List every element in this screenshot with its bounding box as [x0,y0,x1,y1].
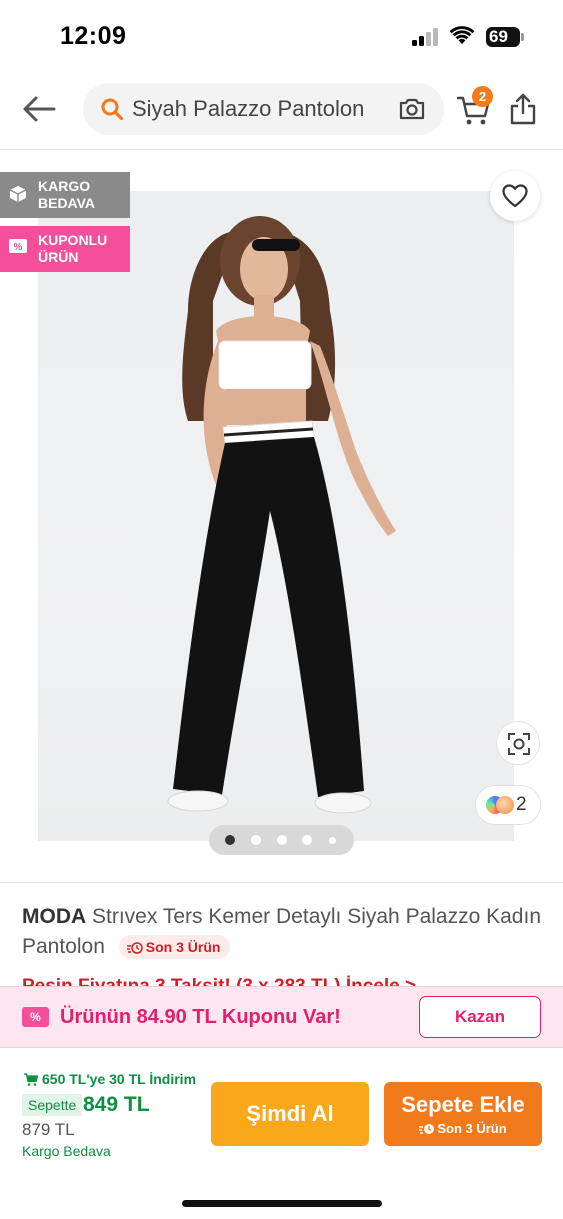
search-icon [101,98,124,121]
installment-info-cutoff: Peşin Fiyatına 3 Taksit! (3 x 283 TL) İn… [22,974,542,986]
visual-search-button[interactable] [496,721,540,765]
add-to-cart-button[interactable]: Sepete Ekle Son 3 Ürün [384,1082,542,1146]
cart-count-badge: 2 [472,86,493,107]
package-icon [9,186,27,202]
back-arrow-icon[interactable] [20,92,58,126]
coupon-badge-line1: KUPONLU [38,232,108,248]
coupon-icon: % [22,1007,49,1027]
in-cart-label: Sepette [22,1094,83,1116]
color-options-button[interactable]: 2 [475,785,541,825]
camera-search-icon[interactable] [398,97,426,121]
search-query-text[interactable]: Siyah Palazzo Pantolon [132,96,364,122]
buy-now-button[interactable]: Şimdi Al [211,1082,369,1146]
claim-coupon-button[interactable]: Kazan [419,996,541,1038]
free-shipping-line2: BEDAVA [38,195,96,211]
status-bar: 12:09 69 [0,0,563,72]
product-name: Strıvex Ters Kemer Detaylı Siyah Palazzo… [22,905,541,958]
cart-small-icon [24,1073,39,1086]
image-pager[interactable] [209,825,354,855]
wifi-icon [449,26,475,44]
product-photo[interactable] [38,191,514,841]
status-time: 12:09 [60,22,127,50]
product-brand[interactable]: MODA [22,905,86,928]
svg-text:%: % [14,242,23,253]
clock-icon [419,1124,435,1134]
purchase-bar: 650 TL'ye 30 TL İndirim Sepette 849 TL 8… [0,1049,563,1219]
share-icon[interactable] [509,92,537,126]
original-price: 879 TL [22,1120,75,1139]
home-indicator[interactable] [182,1200,382,1207]
section-divider [0,882,563,883]
color-swatch-icon [496,796,514,814]
free-shipping-badge: KARGO BEDAVA [0,172,130,218]
coupon-banner: % Ürünün 84.90 TL Kuponu Var! Kazan [0,986,563,1048]
coupon-text: Ürünün 84.90 TL Kuponu Var! [60,1006,341,1028]
pager-dot[interactable] [302,835,312,845]
battery-indicator: 69 [486,27,524,47]
cart-discount-label: 650 TL'ye 30 TL İndirim [42,1071,197,1087]
pager-dot[interactable] [251,835,261,845]
free-shipping-line1: KARGO [38,178,91,194]
coupon-ticket-icon: % [9,239,27,253]
coupon-badge-line2: ÜRÜN [38,249,79,265]
add-to-cart-label: Sepete Ekle [401,1092,525,1117]
low-stock-text: Son 3 Ürün [145,939,221,955]
pager-dot-active[interactable] [225,835,235,845]
color-count: 2 [516,794,527,815]
product-image-gallery[interactable]: KARGO BEDAVA % KUPONLU ÜRÜN 2 [0,151,563,881]
pager-dot[interactable] [277,835,287,845]
low-stock-badge: Son 3 Ürün [118,935,231,959]
cellular-signal-icon [412,28,440,46]
scan-icon [508,733,530,755]
cart-price: 849 TL [83,1093,150,1116]
product-title: MODA Strıvex Ters Kemer Detaylı Siyah Pa… [22,902,542,962]
model-figure-illustration [167,216,396,814]
free-shipping-text: Kargo Bedava [22,1143,111,1159]
add-to-cart-stock: Son 3 Ürün [384,1121,542,1136]
search-bar[interactable]: Siyah Palazzo Pantolon [83,83,444,135]
favorite-button[interactable] [490,171,540,221]
add-to-cart-stock-text: Son 3 Ürün [437,1121,507,1136]
top-header: Siyah Palazzo Pantolon 2 [0,72,563,150]
cart-discount-text: 650 TL'ye 30 TL İndirim [24,1071,196,1087]
clock-icon [126,942,143,954]
heart-icon [502,184,528,208]
pager-dot[interactable] [329,837,336,844]
coupon-product-badge: % KUPONLU ÜRÜN [0,226,130,272]
